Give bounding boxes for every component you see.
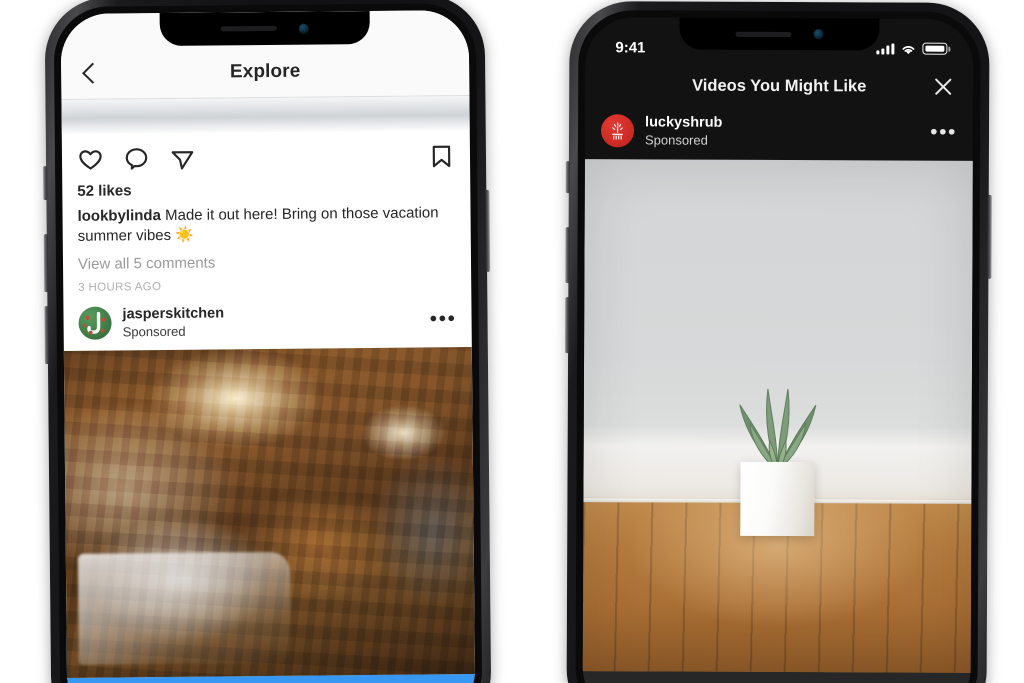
wifi-icon (900, 43, 916, 55)
sponsored-post-header: luckyshrub Sponsored ••• (584, 107, 974, 161)
battery-full-icon (922, 42, 948, 55)
ad-photo-plant[interactable] (582, 158, 973, 673)
phone-bezel-right: 9:41 Videos You Might Like luckyshrub Sp… (575, 10, 981, 683)
volume-down-button[interactable] (44, 306, 49, 365)
sponsor-handle[interactable]: jasperskitchen (122, 305, 224, 324)
screenshot-canvas: Explore 52 likes lookbylinda Made it out… (0, 0, 1024, 683)
ad-photo-kitchen[interactable] (63, 347, 475, 678)
power-button[interactable] (485, 189, 491, 272)
heart-icon[interactable] (77, 146, 104, 173)
screen-left: Explore 52 likes lookbylinda Made it out… (60, 10, 476, 683)
front-camera-icon (298, 23, 309, 34)
bookmark-icon[interactable] (428, 142, 455, 169)
white-planter-pot (740, 462, 815, 537)
sponsored-label: Sponsored (122, 323, 186, 339)
screen-right: 9:41 Videos You Might Like luckyshrub Sp… (582, 17, 974, 683)
phone-bezel-left: Explore 52 likes lookbylinda Made it out… (53, 2, 483, 683)
silence-switch[interactable] (565, 161, 570, 194)
volume-up-button[interactable] (43, 234, 49, 293)
sponsored-label: Sponsored (644, 132, 708, 148)
caption-username[interactable]: lookbylinda (77, 207, 161, 225)
page-title: Explore (229, 60, 301, 83)
volume-down-button[interactable] (565, 297, 570, 354)
phone-device-right: 9:41 Videos You Might Like luckyshrub Sp… (565, 1, 992, 683)
sponsored-post-header: jasperskitchen Sponsored ••• (63, 290, 472, 351)
luckyshrub-avatar[interactable] (600, 114, 635, 148)
volume-up-button[interactable] (565, 227, 570, 284)
view-all-comments-link[interactable]: View all 5 comments (63, 243, 471, 273)
phone-device-left: Explore 52 likes lookbylinda Made it out… (43, 0, 492, 683)
shop-now-button[interactable]: Shop Now (582, 671, 971, 683)
notch-left (159, 11, 370, 47)
cellular-signal-icon (876, 42, 895, 55)
header-title: Videos You Might Like (692, 76, 867, 95)
status-time: 9:41 (615, 38, 646, 56)
succulent-plant (718, 359, 839, 475)
earpiece-speaker-icon (220, 25, 277, 32)
silence-switch[interactable] (43, 166, 48, 201)
comment-bubble-icon[interactable] (123, 145, 150, 172)
more-options-icon[interactable]: ••• (430, 308, 457, 331)
power-button[interactable] (987, 194, 992, 279)
jasperskitchen-avatar[interactable] (78, 306, 112, 340)
close-icon[interactable] (931, 75, 955, 99)
previous-post-image-sliver (61, 96, 470, 134)
more-options-icon[interactable]: ••• (930, 120, 957, 143)
post-caption: lookbylinda Made it out here! Bring on t… (62, 196, 470, 247)
front-camera-icon (813, 29, 824, 40)
sponsor-handle[interactable]: luckyshrub (645, 114, 722, 132)
paper-plane-icon[interactable] (169, 145, 196, 172)
notch-right (679, 17, 880, 51)
earpiece-speaker-icon (735, 31, 792, 37)
post-action-row (62, 130, 470, 179)
videos-header-bar: Videos You Might Like (585, 63, 974, 109)
